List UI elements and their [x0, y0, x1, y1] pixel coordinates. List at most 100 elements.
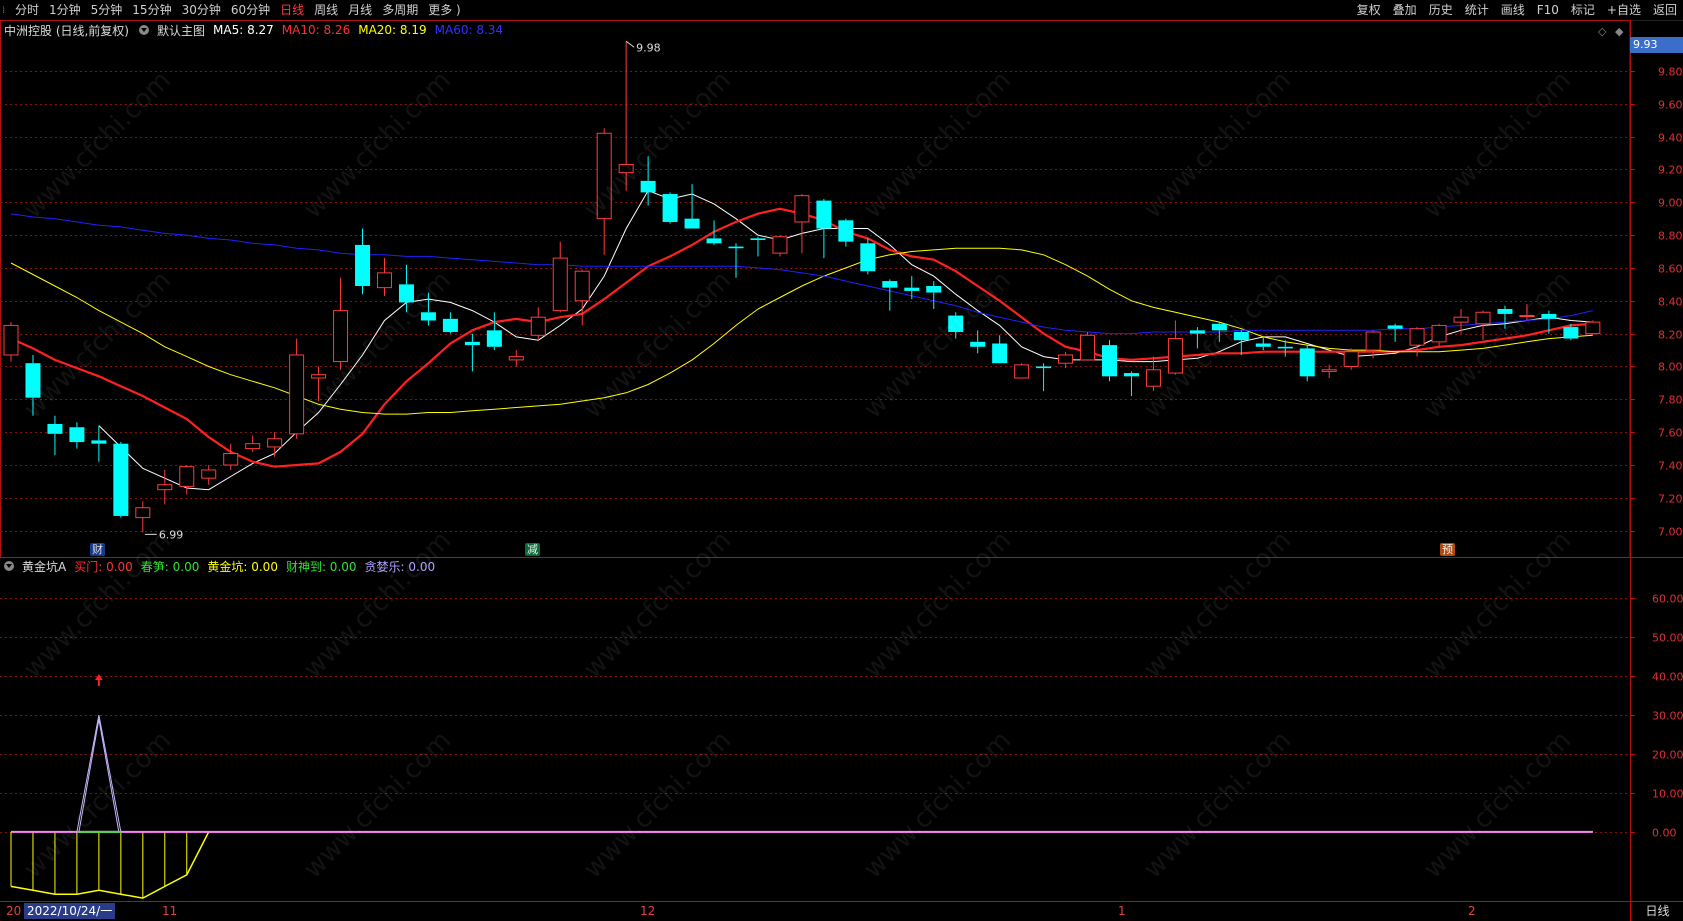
sub-chart-info: 黄金坑A 买门: 0.00 春笋: 0.00 黄金坑: 0.00 财神到: 0.…	[0, 557, 443, 575]
price-tick-label: 7.20	[1658, 493, 1683, 506]
diamond-filled-icon[interactable]: ◆	[1615, 25, 1623, 38]
candle-body-up	[245, 443, 261, 450]
indicator-maimen: 买门: 0.00	[74, 559, 133, 574]
candle-body-down	[1541, 313, 1557, 319]
candle-body-up	[1409, 328, 1425, 346]
candle-body-down	[1497, 308, 1513, 314]
marker-cai[interactable]: 财	[90, 543, 105, 556]
indicator-tick-label: 60.00	[1652, 593, 1683, 606]
month-label-2: 2	[1468, 904, 1476, 918]
candle-body-down	[355, 244, 371, 287]
candle-body-down	[992, 343, 1008, 364]
candle-body-down	[1036, 366, 1052, 369]
price-tick-label: 8.20	[1658, 329, 1683, 342]
price-tick-label: 8.80	[1658, 230, 1683, 243]
candle-body-up	[179, 466, 195, 487]
indicator-caishendao: 财神到: 0.00	[285, 559, 357, 574]
candle-body-down	[398, 284, 414, 303]
indicator-tanlanle: 贪婪乐: 0.00	[364, 559, 436, 574]
candle-body-down	[91, 440, 107, 444]
stock-title: 中洲控股 (日线,前复权)	[4, 23, 129, 38]
date-axis: 20 11 12 1 2	[0, 902, 1683, 921]
template-name[interactable]: 默认主图	[157, 22, 205, 39]
indicator-dropdown-icon[interactable]	[4, 561, 14, 571]
period-indicator[interactable]: 日线	[1630, 902, 1683, 921]
candle-body-up	[794, 195, 810, 223]
price-tick-label: 9.80	[1658, 66, 1683, 79]
candle-body-up	[135, 507, 151, 519]
candle-body-down	[860, 243, 876, 272]
candle-body-up	[1058, 354, 1074, 364]
candle-body-down	[882, 281, 898, 288]
ma5-value: MA5: 8.27	[213, 23, 274, 37]
candle-body-up	[3, 324, 19, 356]
candle-body-down	[816, 200, 832, 229]
price-tick-label: 8.60	[1658, 263, 1683, 276]
candle-body-down	[1255, 343, 1271, 347]
candle-body-up	[1167, 338, 1183, 374]
candle-body-up	[772, 236, 788, 254]
candle-body-up	[1321, 369, 1337, 372]
candle-body-up	[1585, 321, 1601, 335]
candle-body-down	[838, 220, 854, 242]
diamond-icon[interactable]: ◇	[1598, 25, 1606, 38]
candle-body-up	[552, 257, 568, 312]
candle-body-up	[201, 469, 217, 479]
last-price-box: 9.93	[1630, 37, 1683, 53]
candle-body-up	[508, 356, 524, 361]
candle-body-up	[596, 132, 612, 220]
candle-body-up	[267, 438, 283, 448]
candle-body-down	[640, 180, 656, 193]
candle-body-up	[1343, 351, 1359, 367]
candle-body-down	[486, 330, 502, 347]
candle-body-up	[157, 484, 173, 491]
candle-body-up	[1365, 331, 1381, 351]
candle-body-up	[1431, 324, 1447, 343]
indicator-chunsun: 春笋: 0.00	[140, 559, 200, 574]
marker-yu[interactable]: 预	[1440, 543, 1455, 556]
high-pointer	[625, 40, 635, 48]
candle-body-down	[1123, 373, 1139, 377]
template-dropdown-icon[interactable]	[139, 25, 149, 35]
low-label: 6.99	[159, 528, 184, 541]
price-tick-label: 8.00	[1658, 361, 1683, 374]
indicator-spike	[76, 715, 122, 833]
candle-body-down	[706, 238, 722, 244]
ma10-value: MA10: 8.26	[281, 23, 351, 37]
indicator-tick-label: 10.00	[1652, 788, 1683, 801]
candle-body-up	[1519, 315, 1535, 318]
candle-body-down	[442, 318, 458, 332]
marker-jian[interactable]: 减	[525, 543, 540, 556]
candle-body-down	[662, 194, 678, 222]
candle-body-down	[1211, 323, 1227, 331]
indicator-tick-label: 0.00	[1652, 827, 1677, 840]
candle-body-down	[1233, 331, 1249, 341]
candle-body-down	[464, 341, 480, 346]
indicator-tick-label: 20.00	[1652, 749, 1683, 762]
month-label-11: 11	[162, 904, 178, 918]
candle-body-down	[1277, 346, 1293, 349]
candle-body-down	[750, 238, 766, 241]
candle-body-up	[1080, 334, 1096, 361]
candle-body-down	[69, 427, 85, 443]
indicator-tick-label: 30.00	[1652, 710, 1683, 723]
price-tick-label: 8.40	[1658, 296, 1683, 309]
candle-body-up	[223, 453, 239, 466]
candle-body-down	[970, 341, 986, 347]
candle-body-up	[618, 163, 634, 174]
candle-body-up	[376, 272, 392, 289]
candle-body-down	[728, 246, 744, 249]
month-label-12: 12	[640, 904, 656, 918]
indicator-spike-inner	[78, 719, 120, 833]
candle-body-up	[289, 354, 305, 435]
candle-body-down	[1387, 325, 1403, 329]
candle-body-down	[1299, 348, 1315, 377]
indicator-huangjinkeng: 黄金坑: 0.00	[207, 559, 278, 574]
price-tick-label: 9.00	[1658, 197, 1683, 210]
candle-body-up	[1453, 316, 1469, 323]
indicator-title[interactable]: 黄金坑A	[22, 558, 66, 575]
kline-chart[interactable]: 9.80 9.60 9.40 9.20 9.00 8.80 8.60 8.40 8.20 8.00…	[0, 0, 1683, 921]
candle-body-down	[1102, 345, 1117, 377]
price-tick-label: 7.00	[1658, 526, 1683, 539]
indicator-line	[10, 831, 1593, 899]
